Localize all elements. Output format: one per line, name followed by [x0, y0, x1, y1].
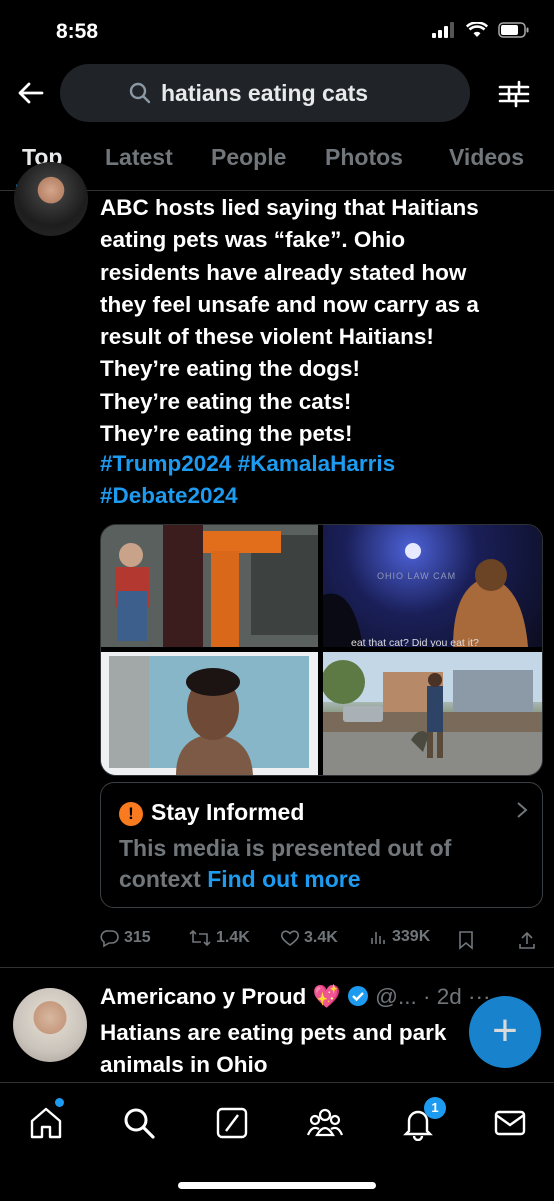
heart-emoji: 💖	[312, 984, 341, 1009]
view-count: 339K	[392, 928, 431, 945]
display-name[interactable]: Americano y Proud	[100, 984, 306, 1009]
reply-count: 315	[124, 929, 151, 946]
reply-button[interactable]: 315	[100, 928, 151, 948]
status-time: 8:58	[56, 20, 99, 43]
wifi-icon	[466, 22, 488, 37]
tweet-media-grid: OHIO LAW CAM eat that cat? Did you eat i…	[100, 524, 543, 776]
verified-badge-icon	[347, 986, 368, 1006]
home-indicator	[178, 1182, 376, 1189]
like-button[interactable]: 3.4K	[280, 928, 338, 948]
communities-icon[interactable]	[307, 1105, 343, 1141]
retweet-count: 1.4K	[216, 929, 250, 946]
tweet-time: · 2d	[423, 984, 462, 1009]
compose-button[interactable]: +	[469, 996, 541, 1068]
like-count: 3.4K	[304, 929, 338, 946]
battery-icon	[498, 22, 529, 38]
notification-badge: 1	[424, 1097, 446, 1119]
tweet-header: Americano y Proud 💖 @... · 2d ···	[100, 984, 491, 1010]
context-notice[interactable]: ! Stay Informed This media is presented …	[100, 782, 543, 908]
search-icon[interactable]	[121, 1105, 157, 1141]
tab-photos[interactable]: Photos	[325, 144, 403, 171]
views-chart-icon	[371, 932, 385, 944]
tweet-divider	[0, 967, 554, 968]
hashtag-link[interactable]: #KamalaHarris	[238, 451, 396, 476]
tab-people[interactable]: People	[211, 144, 286, 171]
notice-body: This media is presented out of context F…	[119, 833, 529, 895]
hashtag-link[interactable]: #Trump2024	[100, 451, 231, 476]
filter-settings-icon[interactable]	[498, 78, 530, 110]
back-arrow-icon[interactable]	[16, 78, 46, 108]
avatar[interactable]	[14, 162, 88, 236]
tweet-text: Hatians are eating pets and park animals…	[100, 1020, 447, 1077]
home-notification-dot	[55, 1098, 64, 1107]
home-icon[interactable]	[28, 1105, 64, 1141]
search-box[interactable]	[60, 64, 470, 122]
bookmark-icon[interactable]	[457, 930, 475, 950]
share-icon[interactable]	[518, 930, 536, 950]
views-button[interactable]: 339K	[370, 928, 430, 946]
tweet-actions: 315 1.4K 3.4K 339K	[100, 928, 540, 958]
media-image-4[interactable]	[323, 652, 542, 775]
alert-icon: !	[119, 802, 143, 826]
media-caption: eat that cat? Did you eat it?	[351, 637, 479, 647]
search-input[interactable]	[161, 79, 401, 107]
search-header	[0, 62, 554, 124]
reply-icon	[100, 930, 119, 948]
search-icon	[129, 82, 151, 104]
grok-icon[interactable]	[214, 1105, 250, 1141]
tweet-hashtags: #Trump2024 #KamalaHarris #Debate2024	[100, 448, 540, 513]
retweet-button[interactable]: 1.4K	[188, 928, 250, 948]
retweet-icon	[189, 929, 211, 947]
hashtag-link[interactable]: #Debate2024	[100, 483, 238, 508]
heart-icon	[280, 930, 300, 946]
media-image-1[interactable]	[101, 525, 318, 647]
media-watermark: OHIO LAW CAM	[377, 571, 457, 581]
tab-videos[interactable]: Videos	[449, 144, 524, 171]
user-handle[interactable]: @...	[375, 984, 417, 1009]
media-image-2[interactable]: OHIO LAW CAM eat that cat? Did you eat i…	[323, 525, 542, 647]
notice-title: Stay Informed	[151, 799, 305, 825]
status-icons	[432, 22, 530, 38]
tab-latest[interactable]: Latest	[105, 144, 173, 171]
mail-icon[interactable]	[492, 1105, 528, 1141]
cellular-signal-icon	[432, 22, 454, 38]
avatar[interactable]	[13, 988, 87, 1062]
tweet-text: ABC hosts lied saying that Haitians eati…	[100, 195, 479, 447]
media-image-3[interactable]	[101, 652, 318, 775]
find-out-more-link[interactable]: Find out more	[207, 866, 360, 892]
chevron-right-icon	[516, 801, 528, 825]
status-bar: 8:58	[0, 0, 554, 60]
